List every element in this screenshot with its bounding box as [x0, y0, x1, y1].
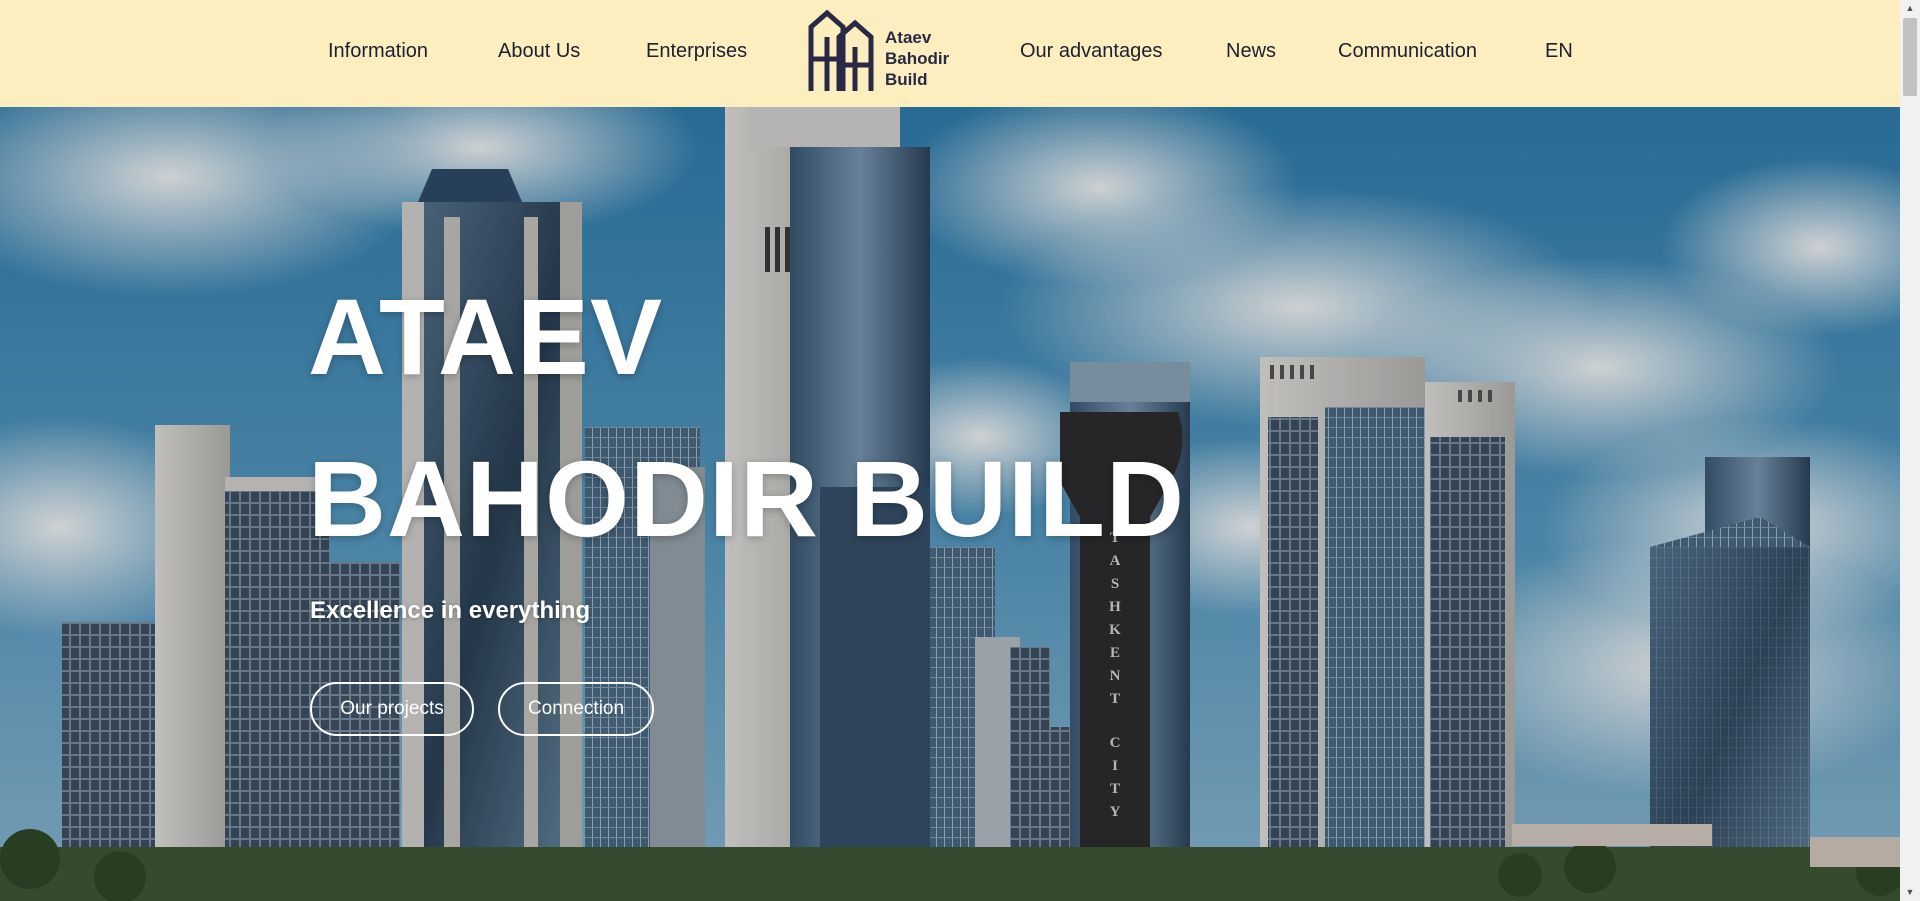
arrow-up-icon[interactable]: ▲: [1900, 0, 1920, 17]
logo-text: Ataev Bahodir Build: [885, 27, 975, 90]
our-projects-button[interactable]: Our projects: [310, 682, 474, 736]
nav-enterprises[interactable]: Enterprises: [646, 37, 747, 65]
nav-communication[interactable]: Communication: [1338, 37, 1477, 65]
nav-information[interactable]: Information: [328, 37, 428, 65]
vertical-scrollbar[interactable]: ▲ ▼: [1900, 0, 1920, 901]
hero-section: T A S H K E N T C I T Y ATAEV BAHODIR BU…: [0, 107, 1900, 901]
hero-title-line-2: BAHODIR BUILD: [308, 438, 1185, 559]
logo-line-3: Build: [885, 70, 928, 89]
logo-building-icon: [808, 9, 874, 91]
connection-button[interactable]: Connection: [498, 682, 654, 736]
nav-our-advantages[interactable]: Our advantages: [1020, 37, 1162, 65]
hero-subtitle: Excellence in everything: [310, 597, 591, 624]
site-header: Information About Us Enterprises Ataev B…: [0, 0, 1900, 107]
hero-title-line-1: ATAEV: [308, 276, 663, 397]
arrow-down-icon[interactable]: ▼: [1900, 884, 1920, 901]
nav-news[interactable]: News: [1226, 37, 1276, 65]
scrollbar-thumb[interactable]: [1903, 18, 1917, 96]
language-selector[interactable]: EN: [1545, 37, 1573, 65]
logo-line-2: Bahodir: [885, 49, 950, 68]
logo-line-1: Ataev: [885, 28, 932, 47]
nav-about-us[interactable]: About Us: [498, 37, 580, 65]
page: Information About Us Enterprises Ataev B…: [0, 0, 1900, 901]
logo[interactable]: Ataev Bahodir Build: [807, 7, 967, 95]
